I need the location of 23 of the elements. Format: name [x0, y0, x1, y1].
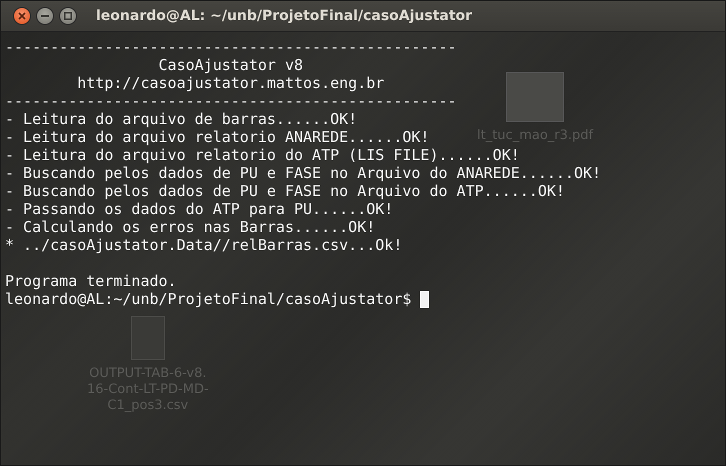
text-file-icon [130, 316, 165, 360]
output-line: * ../casoAjustator.Data//relBarras.csv...Ok! [5, 236, 402, 254]
output-line: - Calculando os erros nas Barras......OK! [5, 218, 376, 236]
output-line: - Buscando pelos dados de PU e FASE no Arquivo do ANAREDE......OK! [5, 164, 602, 182]
maximize-button[interactable] [59, 7, 77, 25]
maximize-icon [64, 12, 72, 20]
output-line: - Leitura do arquivo de barras......OK! [5, 110, 358, 128]
shell-prompt: leonardo@AL:~/unb/ProjetoFinal/casoAjustator$ [5, 290, 412, 308]
close-icon [18, 12, 26, 20]
banner-text: CasoAjustator v8 [158, 56, 304, 74]
pdf-thumbnail-icon [506, 72, 564, 122]
output-line: Programa terminado. [5, 272, 177, 290]
output-line: - Leitura do arquivo relatorio do ATP (LIS FILE)......OK! [5, 146, 520, 164]
output-line: - Leitura do arquivo relatorio ANAREDE......OK! [5, 128, 430, 146]
window-title: leonardo@AL: ~/unb/ProjetoFinal/casoAjustator [96, 8, 472, 24]
output-line: - Passando os dados do ATP para PU......OK! [5, 200, 394, 218]
output-line: - Buscando pelos dados de PU e FASE no Arquivo do ATP......OK! [5, 182, 565, 200]
separator-text: -------------------------------------------------- [5, 92, 457, 110]
banner-text: http://casoajustator.mattos.eng.br [76, 74, 386, 92]
minimize-icon [41, 15, 49, 17]
minimize-button[interactable] [36, 7, 54, 25]
separator-text: -------------------------------------------------- [5, 38, 457, 56]
close-button[interactable] [13, 7, 31, 25]
